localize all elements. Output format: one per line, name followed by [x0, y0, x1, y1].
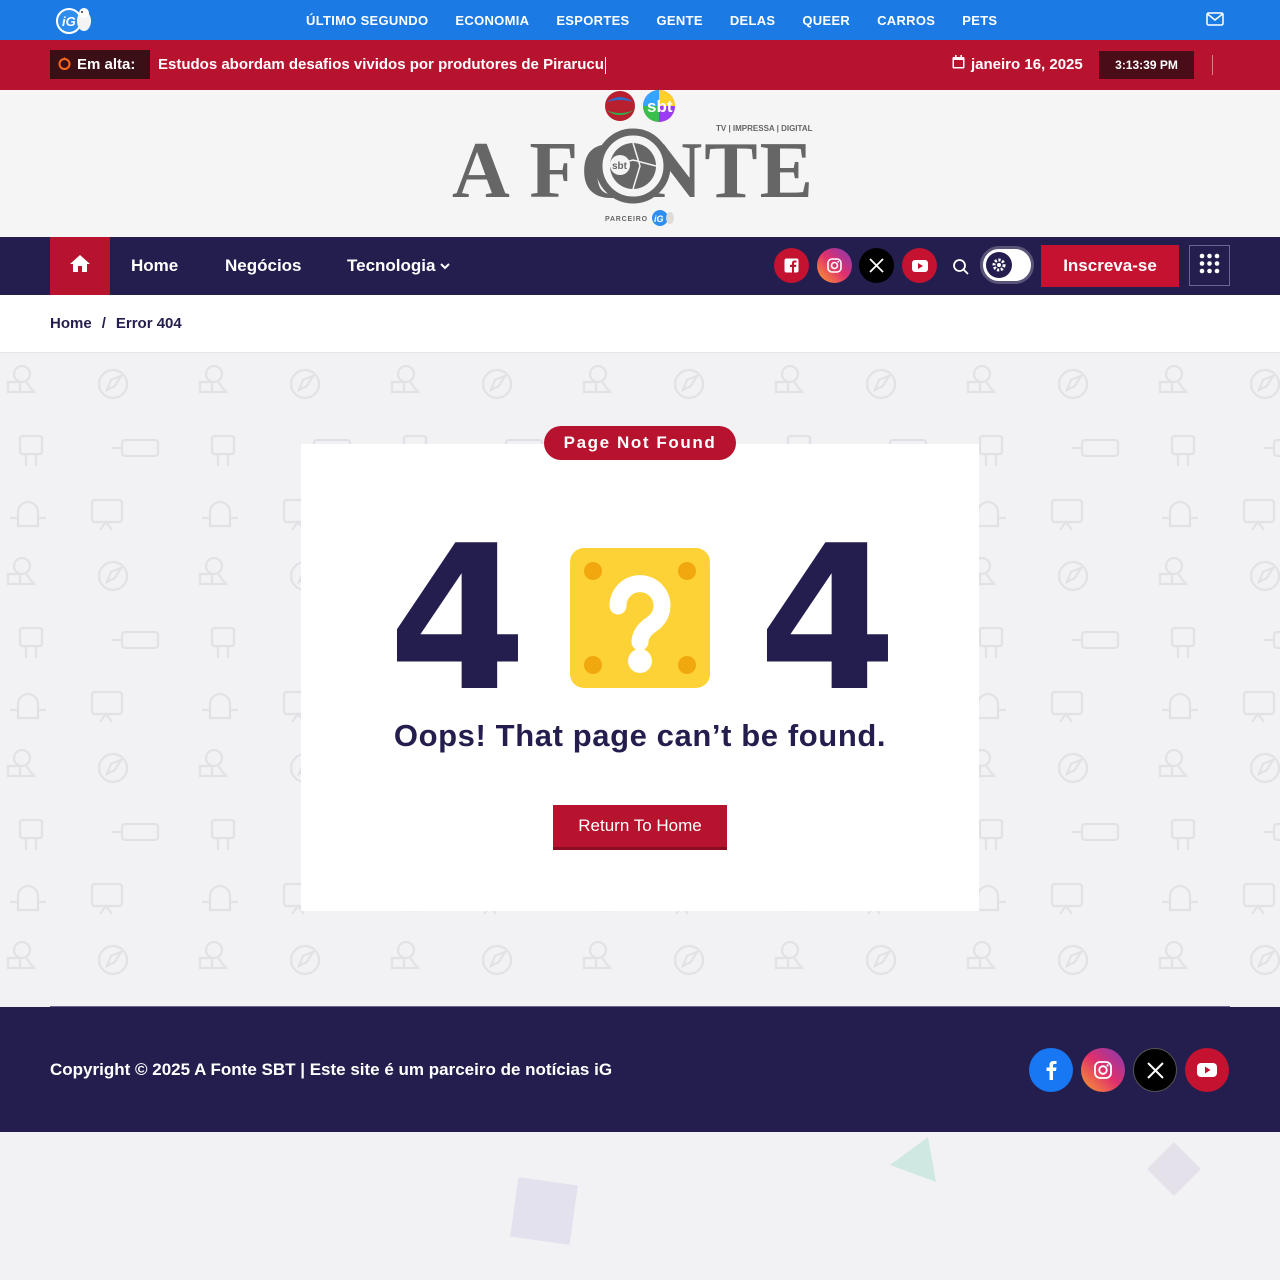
breadcrumb-current: Error 404 [115, 315, 182, 332]
current-date: janeiro 16, 2025 [952, 55, 1083, 73]
site-logo[interactable]: sbt TV | IMPRESSA | DIGITAL A FONTE sbt … [450, 90, 830, 235]
nav-item-negocios[interactable]: Negócios [225, 237, 302, 295]
svg-text:iG: iG [62, 14, 76, 29]
current-time: 3:13:39 PM [1099, 51, 1194, 79]
error-digit-left: 4 [388, 503, 528, 736]
svg-text:sbt: sbt [612, 161, 628, 172]
breadcrumb-home[interactable]: Home [50, 315, 92, 332]
trending-label-text: Em alta: [77, 56, 136, 73]
nav-item-label: Tecnologia [347, 256, 436, 275]
footer-facebook-icon[interactable] [1029, 1048, 1073, 1092]
trending-divider [1212, 55, 1213, 75]
ticker-caret [604, 56, 606, 74]
question-block-icon [570, 548, 710, 688]
breadcrumb: Home / Error 404 [50, 315, 182, 332]
nav-item-tecnologia[interactable]: Tecnologia [347, 237, 451, 295]
decorative-square [508, 1175, 578, 1250]
top-nav-item[interactable]: GENTE [657, 13, 703, 28]
top-nav: ÚLTIMO SEGUNDO ECONOMIA ESPORTES GENTE D… [306, 0, 997, 40]
subscribe-button[interactable]: Inscreva-se [1041, 245, 1179, 287]
svg-text:iG: iG [654, 214, 664, 224]
trending-headline-text[interactable]: Estudos abordam desafios vividos por pro… [158, 56, 604, 73]
x-icon[interactable] [859, 248, 894, 283]
network-label: sbt [647, 97, 673, 116]
decorative-diamond [1143, 1138, 1205, 1205]
fire-icon [58, 56, 71, 74]
grid-icon [1199, 253, 1220, 279]
copyright-text: Copyright © 2025 A Fonte SBT | Este site… [50, 1060, 613, 1079]
top-nav-item[interactable]: CARROS [877, 13, 935, 28]
breadcrumb-separator: / [101, 315, 106, 332]
top-nav-item[interactable]: DELAS [730, 13, 776, 28]
top-nav-item[interactable]: ECONOMIA [455, 13, 529, 28]
date-text: janeiro 16, 2025 [971, 55, 1083, 73]
nav-item-home[interactable]: Home [131, 237, 178, 295]
search-icon[interactable] [952, 258, 970, 276]
top-nav-item[interactable]: QUEER [802, 13, 850, 28]
home-icon-button[interactable] [50, 237, 110, 295]
error-message: Oops! That page can’t be found. [393, 718, 887, 753]
chevron-down-icon [440, 262, 451, 270]
footer-x-icon[interactable] [1133, 1048, 1177, 1092]
top-nav-item[interactable]: PETS [962, 13, 997, 28]
top-nav-item[interactable]: ÚLTIMO SEGUNDO [306, 13, 428, 28]
logo-partner: PARCEIRO [605, 216, 648, 223]
top-nav-item[interactable]: ESPORTES [556, 13, 629, 28]
ig-logo[interactable]: iG [54, 4, 94, 36]
footer-instagram-icon[interactable] [1081, 1048, 1125, 1092]
instagram-icon[interactable] [817, 248, 852, 283]
calendar-icon [952, 55, 965, 73]
home-icon [69, 254, 91, 278]
apps-grid-button[interactable] [1189, 245, 1230, 286]
footer-youtube-icon[interactable] [1185, 1048, 1229, 1092]
youtube-icon[interactable] [902, 248, 937, 283]
mail-icon[interactable] [1206, 12, 1224, 26]
trending-label: Em alta: [50, 50, 150, 79]
error-digit-right: 4 [758, 503, 898, 736]
trending-headline[interactable]: Estudos abordam desafios vividos por pro… [158, 56, 606, 74]
decorative-triangle [888, 1135, 938, 1190]
page-not-found-badge: Page Not Found [544, 426, 736, 460]
logo-band: sbt TV | IMPRESSA | DIGITAL A FONTE sbt … [0, 90, 1280, 237]
return-home-button[interactable]: Return To Home [553, 805, 727, 847]
dark-mode-toggle[interactable] [980, 246, 1034, 284]
facebook-icon[interactable] [774, 248, 809, 283]
trending-bar: Em alta: Estudos abordam desafios vivido… [0, 40, 1280, 90]
gear-icon [986, 252, 1012, 278]
top-bar: iG ÚLTIMO SEGUNDO ECONOMIA ESPORTES GENT… [0, 0, 1280, 40]
breadcrumb-bar: Home / Error 404 [0, 295, 1280, 353]
